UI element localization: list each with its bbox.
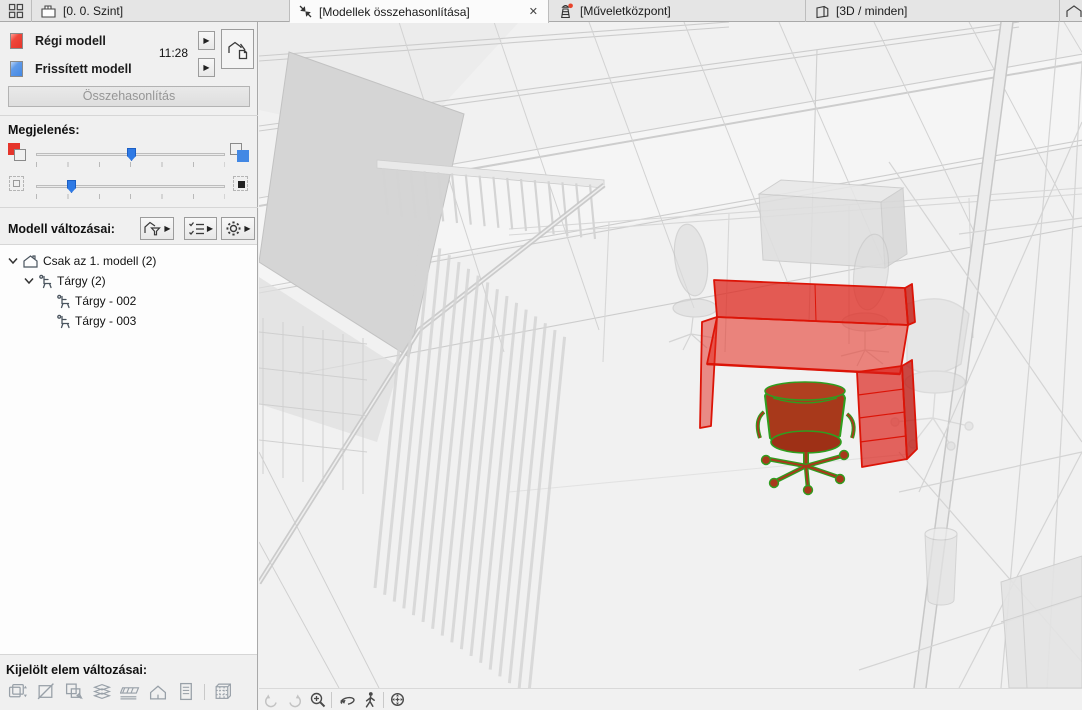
tree-item-targy-002[interactable]: Tárgy - 002 <box>56 291 136 311</box>
undo-view-icon[interactable] <box>263 691 281 709</box>
tab-close-icon[interactable]: ✕ <box>527 5 540 18</box>
old-model-color-swatch <box>10 33 23 49</box>
layout-grid-button[interactable] <box>0 0 32 22</box>
checklist-icon <box>188 221 204 235</box>
grid-icon <box>8 3 23 19</box>
viewport-toolbar <box>259 688 1082 710</box>
floor-plan-icon <box>41 4 56 18</box>
grid-cube-icon[interactable] <box>213 682 233 701</box>
tab-floor-plan[interactable]: [0. 0. Szint] <box>32 0 290 22</box>
color-slider-thumb[interactable] <box>127 148 136 161</box>
new-model-label: Frissített modell <box>35 62 132 76</box>
blue-model-icon <box>230 143 250 163</box>
change-list-button[interactable]: ▶ <box>184 217 217 240</box>
tab-3d-all[interactable]: [3D / minden] <box>806 0 1060 22</box>
zoom-in-icon[interactable] <box>309 691 327 709</box>
divider <box>0 207 258 208</box>
tab-label: [Modellek összehasonlítása] <box>319 4 470 19</box>
divider <box>331 692 332 708</box>
tab-label: [3D / minden] <box>836 4 908 18</box>
fill-pattern-icon[interactable] <box>120 682 140 701</box>
divider <box>383 692 384 708</box>
tab-label: [0. 0. Szint] <box>63 4 124 18</box>
layers-icon[interactable] <box>92 682 112 701</box>
new-model-menu-button[interactable]: ▶ <box>198 58 215 77</box>
slider-ticks <box>36 162 225 167</box>
model-filter-icon <box>144 221 162 236</box>
action-center-icon <box>561 3 573 18</box>
object-icon <box>39 274 52 288</box>
gear-icon <box>226 221 241 236</box>
compare-arrows-icon <box>299 5 312 18</box>
filter-changes-button[interactable]: ▶ <box>140 217 174 240</box>
tab-label: [Műveletközpont] <box>580 4 671 18</box>
3d-scene <box>259 22 1082 688</box>
slider-ticks <box>36 194 225 199</box>
tab-action-center[interactable]: [Műveletközpont] <box>549 0 806 22</box>
surface-paint-icon[interactable] <box>64 682 84 701</box>
appearance-section-label: Megjelenés: <box>8 123 80 137</box>
report-icon[interactable] <box>176 682 196 701</box>
model-icon <box>23 254 38 268</box>
no-edit-icon[interactable] <box>36 682 56 701</box>
ghost-cylinder <box>924 527 958 606</box>
new-view-button[interactable] <box>1060 0 1082 21</box>
3d-view-icon <box>816 5 829 18</box>
transparency-slider-thumb[interactable] <box>67 180 76 193</box>
chevron-down-icon[interactable] <box>8 257 18 265</box>
divider <box>204 683 205 700</box>
tree-item-label: Tárgy - 002 <box>75 294 137 308</box>
house-icon <box>1066 4 1082 17</box>
compare-button[interactable]: Összehasonlítás <box>8 86 250 107</box>
object-icon <box>57 314 70 328</box>
compare-houses-icon <box>227 41 247 60</box>
tree-item-model1[interactable]: Csak az 1. modell (2) <box>8 251 156 271</box>
object-icon <box>57 294 70 308</box>
walk-icon[interactable] <box>361 691 379 709</box>
transparency-slider-track[interactable] <box>36 185 225 188</box>
fit-in-window-icon[interactable] <box>389 691 407 709</box>
tab-model-compare[interactable]: [Modellek összehasonlítása] ✕ <box>290 0 549 23</box>
orbit-icon[interactable] <box>338 691 356 709</box>
colored-models-icon <box>8 143 28 163</box>
tree-item-targy-003[interactable]: Tárgy - 003 <box>56 311 136 331</box>
compare-time: 11:28 <box>158 46 188 60</box>
changes-tree: Csak az 1. modell (2) Tárgy (2) Tárgy - … <box>0 244 257 655</box>
settings-button[interactable]: ▶ <box>221 217 255 240</box>
tab-bar: [0. 0. Szint] [Modellek összehasonlítása… <box>0 0 1082 23</box>
model-changes-label: Modell változásai: <box>8 222 115 236</box>
notification-dot <box>568 3 573 8</box>
solid-model-icon <box>232 175 252 195</box>
old-model-menu-button[interactable]: ▶ <box>198 31 215 50</box>
ghost-model-icon <box>8 175 28 195</box>
tree-item-label: Tárgy - 003 <box>75 314 137 328</box>
tree-item-label: Tárgy (2) <box>57 274 106 288</box>
tree-item-targy-group[interactable]: Tárgy (2) <box>24 271 106 291</box>
chevron-down-icon[interactable] <box>24 277 34 285</box>
app-window: [0. 0. Szint] [Modellek összehasonlítása… <box>0 0 1082 710</box>
swap-models-button[interactable] <box>221 29 254 69</box>
elevation-change-icon[interactable] <box>8 682 28 701</box>
model-compare-panel: Régi modell ▶ 11:28 Frissített modell ▶ … <box>0 22 258 710</box>
redo-view-icon[interactable] <box>285 691 303 709</box>
3d-viewport[interactable] <box>259 22 1082 710</box>
divider <box>0 115 258 116</box>
selected-changes-toolbar <box>8 682 233 701</box>
tree-item-label: Csak az 1. modell (2) <box>43 254 157 268</box>
model-view-icon[interactable] <box>148 682 168 701</box>
selected-changes-label: Kijelölt elem változásai: <box>6 663 148 677</box>
new-model-color-swatch <box>10 61 23 77</box>
old-model-label: Régi modell <box>35 34 106 48</box>
